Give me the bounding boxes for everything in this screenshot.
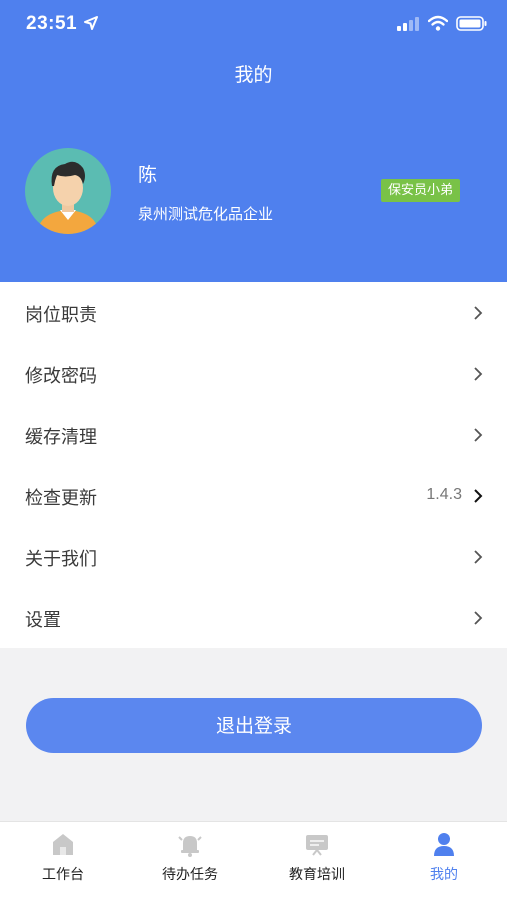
home-icon xyxy=(53,834,73,855)
menu-item-clear-cache[interactable]: 缓存清理 xyxy=(0,404,507,465)
menu-item-label: 缓存清理 xyxy=(25,427,97,448)
chevron-right-icon xyxy=(474,306,483,320)
menu-item-label: 设置 xyxy=(25,610,61,631)
status-bar: 23:51 xyxy=(0,0,507,50)
tab-workbench[interactable]: 工作台 xyxy=(0,822,126,901)
chevron-right-icon xyxy=(474,367,483,381)
menu-item-change-password[interactable]: 修改密码 xyxy=(0,343,507,404)
logout-button[interactable]: 退出登录 xyxy=(26,698,482,753)
menu-item-label: 修改密码 xyxy=(25,366,97,387)
tab-mine[interactable]: 我的 xyxy=(381,822,507,901)
menu-item-check-update[interactable]: 检查更新 1.4.3 xyxy=(0,465,507,526)
company-name: 泉州测试危化品企业 xyxy=(138,205,274,223)
tab-label: 工作台 xyxy=(42,867,84,883)
menu-item-label: 检查更新 xyxy=(25,488,97,509)
tab-education-training[interactable]: 教育培训 xyxy=(254,822,380,901)
bell-icon xyxy=(178,836,202,857)
settings-menu: 岗位职责 修改密码 缓存清理 检查更新 1.4.3 关于我们 设置 xyxy=(0,282,507,648)
chevron-right-icon xyxy=(474,489,483,503)
role-badge: 保安员小弟 xyxy=(381,179,461,202)
tab-label: 教育培训 xyxy=(289,867,345,883)
version-number: 1.4.3 xyxy=(426,486,462,503)
tab-label: 我的 xyxy=(430,867,458,883)
battery-icon xyxy=(456,16,487,31)
chevron-right-icon xyxy=(474,611,483,625)
presentation-icon xyxy=(306,835,328,856)
menu-item-job-duties[interactable]: 岗位职责 xyxy=(0,282,507,343)
status-time: 23:51 xyxy=(26,13,78,34)
wifi-icon xyxy=(428,15,448,31)
location-arrow-icon xyxy=(84,16,98,30)
page-title: 我的 xyxy=(234,64,273,86)
avatar[interactable] xyxy=(25,148,111,234)
menu-item-settings[interactable]: 设置 xyxy=(0,587,507,648)
user-name: 陈 xyxy=(138,164,158,186)
signal-icon xyxy=(397,17,419,31)
bottom-tab-bar: 工作台 待办任务 教育培训 我的 xyxy=(0,821,507,901)
menu-item-label: 岗位职责 xyxy=(25,305,97,326)
chevron-right-icon xyxy=(474,428,483,442)
person-icon xyxy=(434,833,454,856)
tab-todo-tasks[interactable]: 待办任务 xyxy=(127,822,253,901)
menu-item-about-us[interactable]: 关于我们 xyxy=(0,526,507,587)
chevron-right-icon xyxy=(474,550,483,564)
menu-item-label: 关于我们 xyxy=(25,549,97,570)
tab-label: 待办任务 xyxy=(162,867,218,883)
profile-header: 23:51 我的 陈 泉州测试危化品企业 保安员小弟 xyxy=(0,0,507,282)
